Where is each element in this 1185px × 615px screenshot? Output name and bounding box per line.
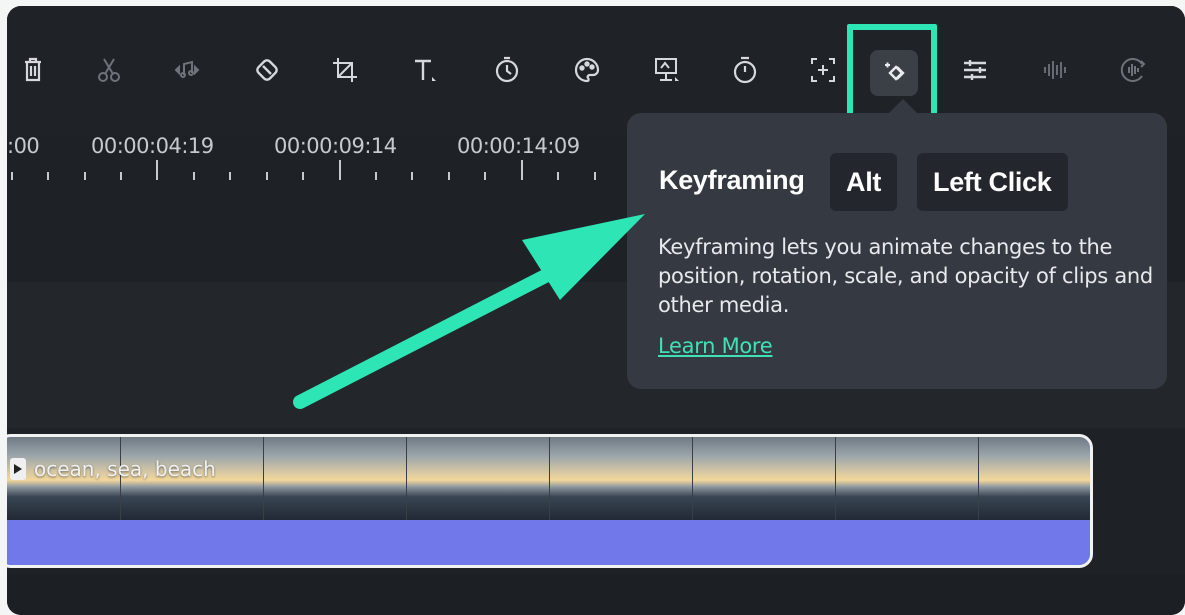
ruler-ticks [11,160,596,180]
mark-button[interactable] [247,50,287,90]
shortcut-key-badge: Alt [830,153,898,211]
text-icon [415,59,436,81]
color-palette-icon [574,57,600,83]
keyframe-icon [885,62,905,81]
clip-label: ocean, sea, beach [10,457,216,481]
speed-icon [495,56,519,83]
timer-icon [733,56,757,84]
audio-waveform-icon [1044,61,1066,79]
auto-reframe-icon [811,58,835,82]
freeze-frame-button[interactable] [647,50,687,90]
learn-more-link[interactable]: Learn More [658,334,773,358]
clip-thumbnail [550,437,693,520]
clip-name: ocean, sea, beach [34,457,216,481]
color-button[interactable] [567,50,607,90]
tag-icon [256,59,278,81]
freeze-frame-icon [655,58,679,81]
clip-thumbnail [407,437,550,520]
speed-button[interactable] [487,50,527,90]
clip-audio-track [7,520,1090,565]
clip-thumbnail [264,437,407,520]
auto-reframe-button[interactable] [803,50,843,90]
crop-icon [333,58,357,82]
tooltip-title: Keyframing [659,165,805,195]
text-button[interactable] [405,50,445,90]
trash-icon [25,57,41,82]
keyframe-button[interactable] [870,50,918,96]
adjust-sliders-icon [964,60,986,80]
timeline-track[interactable] [7,574,1185,615]
clip-thumbnail [979,437,1090,520]
timeline-ruler[interactable]: :00 00:00:04:19 00:00:09:14 00:00:14:09 [7,124,627,184]
scissors-icon [98,58,120,82]
audio-stretch-button[interactable] [1113,50,1153,90]
delete-button[interactable] [13,50,53,90]
duration-button[interactable] [725,50,765,90]
clip-thumbnail [693,437,836,520]
crop-button[interactable] [325,50,365,90]
tooltip-description: Keyframing lets you animate changes to t… [658,235,1153,317]
audio-split-icon [174,60,200,78]
video-clip[interactable]: ocean, sea, beach [7,434,1093,568]
split-button[interactable] [89,50,129,90]
keyframing-tooltip: Keyframing Alt Left Click Keyframing let… [627,99,1167,389]
audio-stretch-icon [1120,58,1146,82]
adjust-button[interactable] [955,50,995,90]
clip-thumbnail [836,437,979,520]
editor-window: :00 00:00:04:19 00:00:09:14 00:00:14:09 [7,6,1185,615]
video-icon [10,458,26,480]
shortcut-action-badge: Left Click [917,153,1068,211]
audio-split-button[interactable] [167,50,207,90]
audio-waveform-button[interactable] [1035,50,1075,90]
